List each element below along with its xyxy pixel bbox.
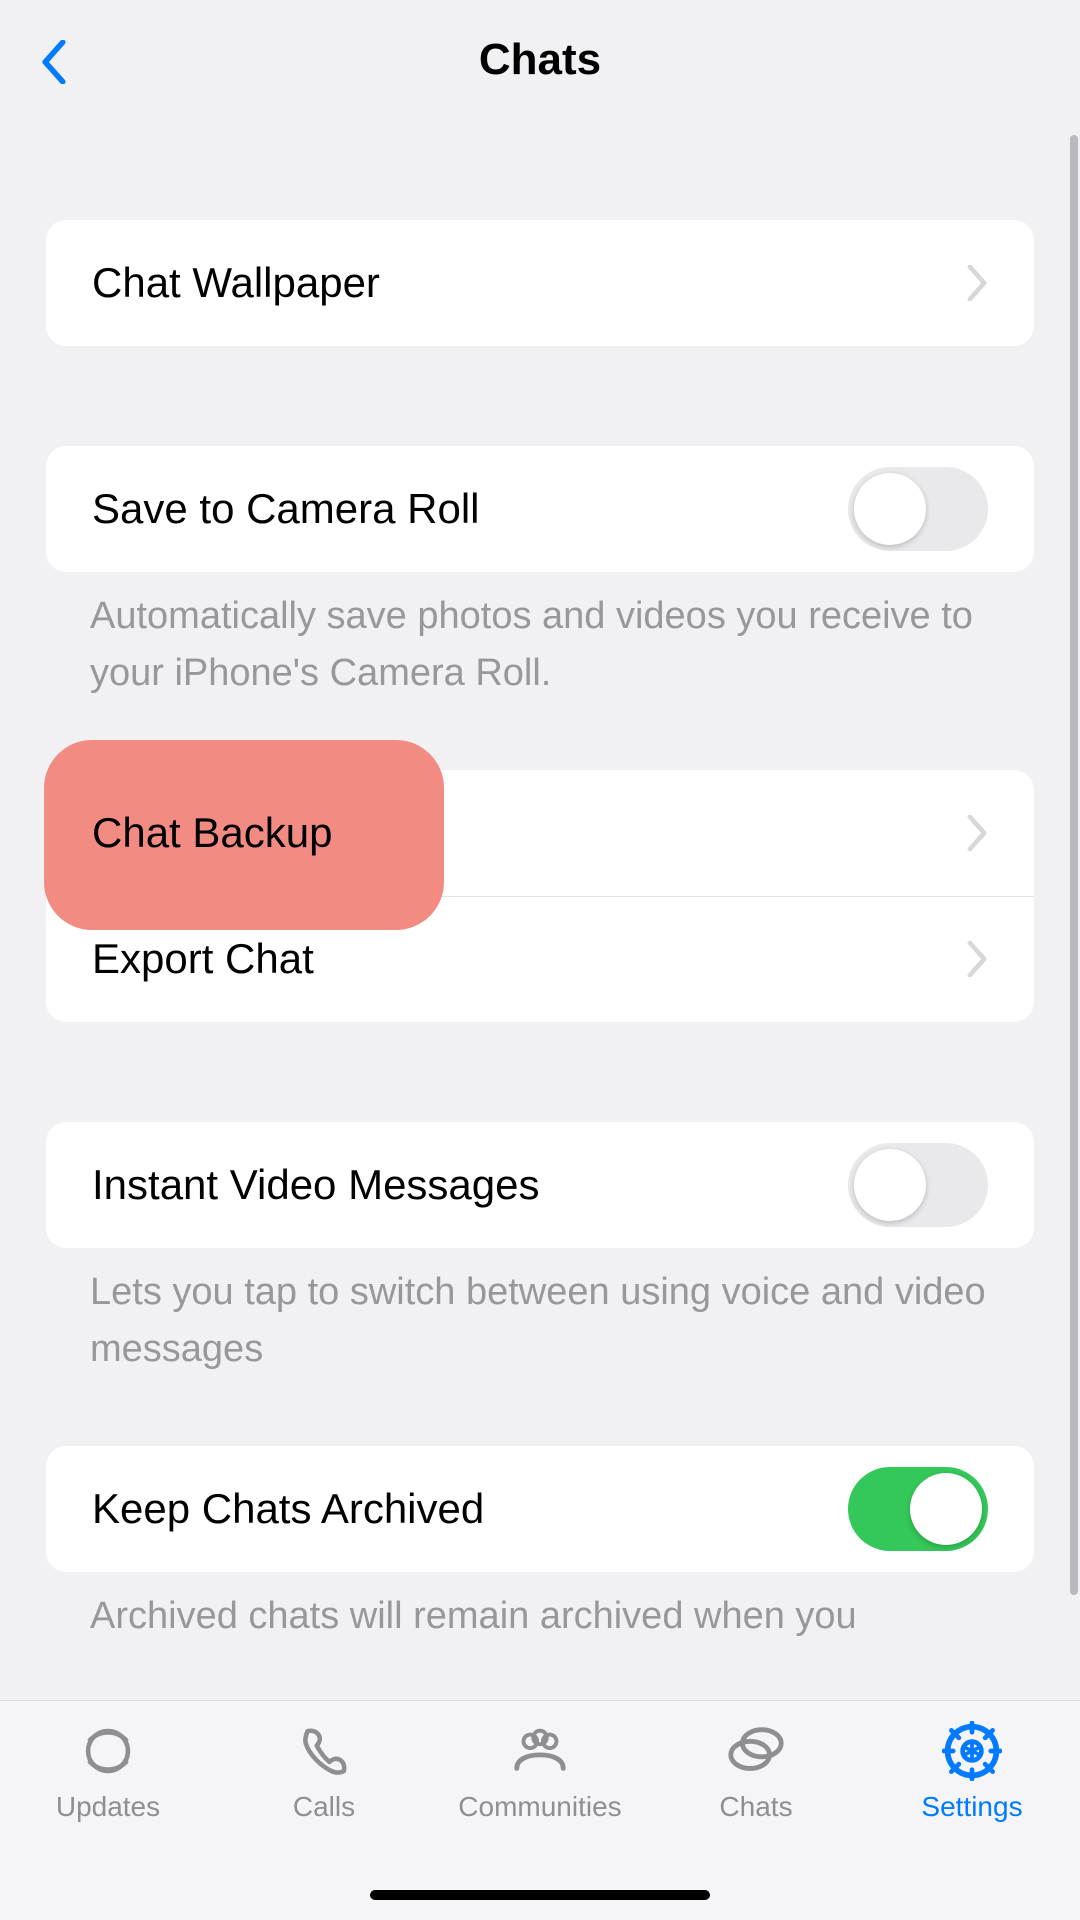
row-chat-wallpaper[interactable]: Chat Wallpaper [46,220,1034,346]
chevron-right-icon [966,265,988,301]
scrollbar[interactable] [1070,135,1078,1595]
home-indicator[interactable] [370,1890,710,1900]
group-wallpaper: Chat Wallpaper [46,220,1034,346]
tab-calls[interactable]: Calls [216,1719,432,1823]
footer-instant-video: Lets you tap to switch between using voi… [46,1264,1034,1378]
page-title: Chats [479,35,601,85]
tab-communities[interactable]: Communities [432,1719,648,1823]
communities-icon [508,1719,572,1783]
row-keep-archived[interactable]: Keep Chats Archived [46,1446,1034,1572]
group-camera-roll: Save to Camera Roll [46,446,1034,572]
row-label: Keep Chats Archived [92,1485,484,1533]
tab-label: Settings [921,1791,1022,1823]
tab-label: Chats [719,1791,792,1823]
chevron-left-icon [40,40,68,84]
row-chat-backup[interactable]: Chat Backup [46,770,1034,896]
row-save-camera-roll[interactable]: Save to Camera Roll [46,446,1034,572]
row-label: Chat Wallpaper [92,259,380,307]
header: Chats [0,0,1080,120]
toggle-knob [910,1473,982,1545]
tab-label: Communities [458,1791,621,1823]
tab-updates[interactable]: Updates [0,1719,216,1823]
group-backup-export: Chat Backup Export Chat [46,770,1034,1022]
back-button[interactable] [24,32,84,92]
row-label: Instant Video Messages [92,1161,540,1209]
chevron-right-icon [966,815,988,851]
row-label: Export Chat [92,935,314,983]
group-keep-archived: Keep Chats Archived [46,1446,1034,1572]
toggle-instant-video[interactable] [848,1143,988,1227]
toggle-save-camera-roll[interactable] [848,467,988,551]
gear-icon [940,1719,1004,1783]
group-instant-video: Instant Video Messages [46,1122,1034,1248]
chevron-right-icon [966,941,988,977]
footer-keep-archived: Archived chats will remain archived when… [46,1588,1034,1645]
updates-icon [76,1719,140,1783]
row-label: Chat Backup [92,809,332,857]
tab-label: Updates [56,1791,160,1823]
tab-settings[interactable]: Settings [864,1719,1080,1823]
row-label: Save to Camera Roll [92,485,480,533]
chats-icon [724,1719,788,1783]
row-instant-video[interactable]: Instant Video Messages [46,1122,1034,1248]
tab-bar: Updates Calls Communities Chats [0,1700,1080,1920]
footer-camera-roll: Automatically save photos and videos you… [46,588,1034,702]
phone-icon [292,1719,356,1783]
content-scroll[interactable]: Chat Wallpaper Save to Camera Roll Autom… [0,120,1080,1700]
toggle-keep-archived[interactable] [848,1467,988,1551]
tab-chats[interactable]: Chats [648,1719,864,1823]
tab-label: Calls [293,1791,355,1823]
toggle-knob [854,1149,926,1221]
toggle-knob [854,473,926,545]
